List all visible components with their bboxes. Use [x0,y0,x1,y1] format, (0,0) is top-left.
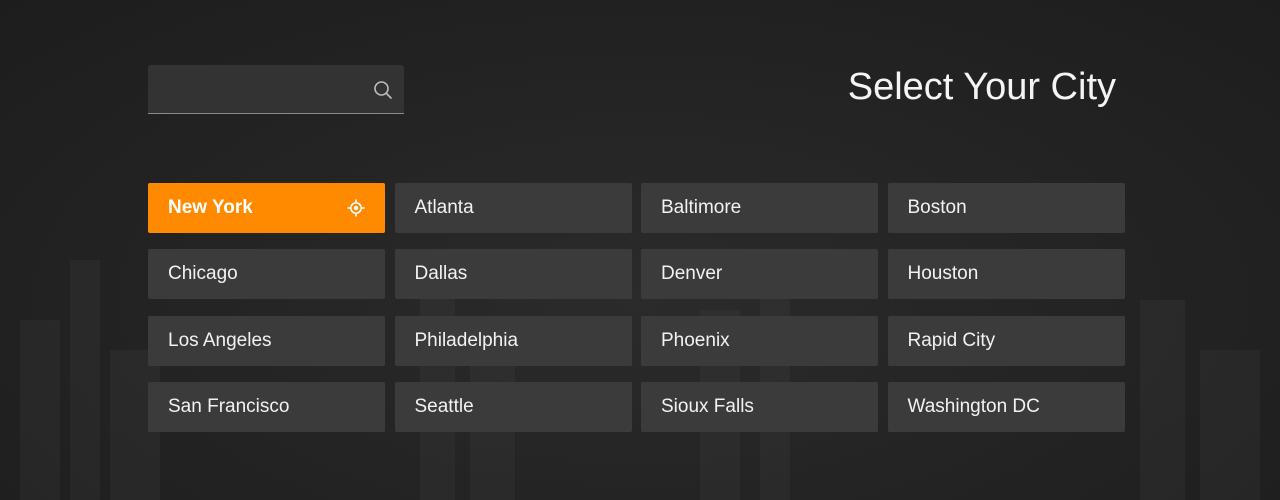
city-label: New York [168,197,253,218]
city-button-atlanta[interactable]: Atlanta [394,183,632,233]
city-button-rapid-city[interactable]: Rapid City [887,315,1125,366]
city-button-chicago[interactable]: Chicago [148,249,385,300]
city-label: Baltimore [661,197,742,218]
city-label: Dallas [414,263,468,285]
page-title: Select Your City [847,66,1116,108]
city-button-san-francisco[interactable]: San Francisco [148,381,385,432]
city-label: Denver [661,263,723,285]
city-label: San Francisco [168,395,290,417]
location-target-icon [347,199,365,217]
city-label: Phoenix [661,329,730,351]
city-label: Boston [907,197,967,218]
city-button-los-angeles[interactable]: Los Angeles [148,315,385,366]
city-label: Rapid City [907,329,996,351]
search-icon[interactable] [373,80,393,100]
city-button-seattle[interactable]: Seattle [394,381,632,432]
city-label: Washington DC [907,395,1040,417]
city-button-new-york[interactable]: New York [148,183,385,233]
city-grid: New York Atlanta Baltimore Boston Chicag… [148,183,1125,432]
city-button-philadelphia[interactable]: Philadelphia [394,315,632,366]
city-button-baltimore[interactable]: Baltimore [641,183,878,233]
city-label: Sioux Falls [661,395,754,417]
city-button-phoenix[interactable]: Phoenix [641,315,878,366]
city-button-denver[interactable]: Denver [641,249,878,300]
city-button-sioux-falls[interactable]: Sioux Falls [641,381,878,432]
city-button-washington-dc[interactable]: Washington DC [887,381,1125,432]
city-label: Houston [907,263,979,285]
city-label: Chicago [168,263,238,285]
city-button-boston[interactable]: Boston [887,183,1125,233]
city-button-houston[interactable]: Houston [887,249,1125,300]
city-label: Atlanta [414,197,474,218]
city-label: Philadelphia [414,329,519,351]
city-label: Los Angeles [168,329,272,351]
search-input[interactable] [148,65,358,113]
search-field[interactable] [148,65,404,114]
city-label: Seattle [414,395,474,417]
city-button-dallas[interactable]: Dallas [394,249,632,300]
